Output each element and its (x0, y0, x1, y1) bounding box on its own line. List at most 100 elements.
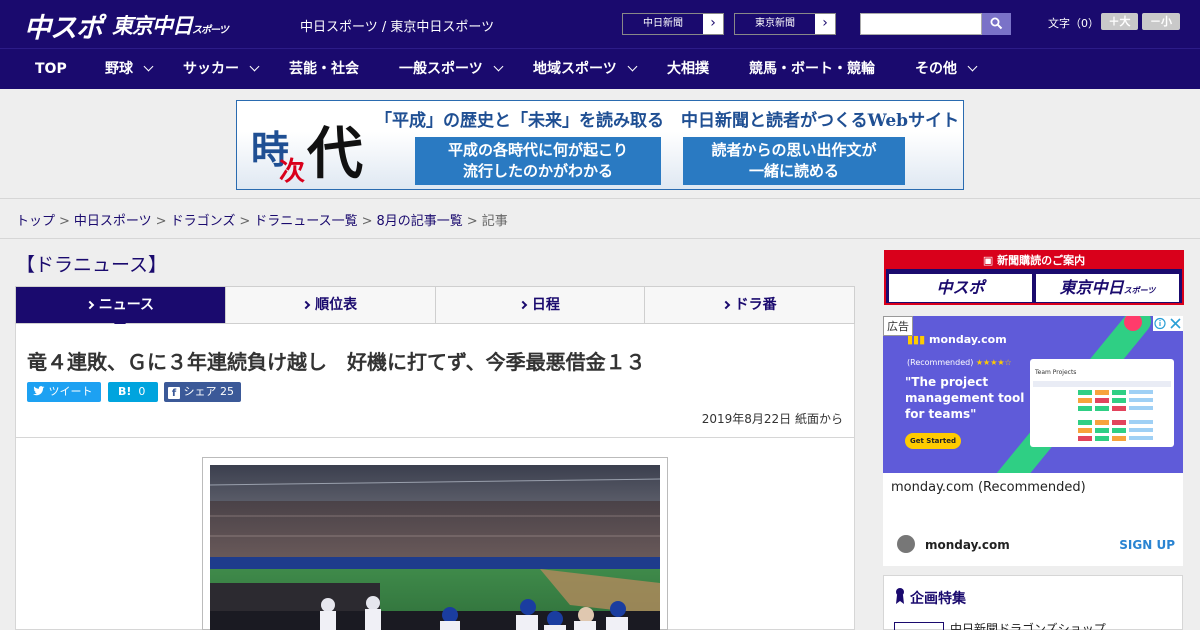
subscription-logo-tokyo-chunichi: 東京中日スポーツ (1036, 274, 1179, 302)
subscription-banner[interactable]: ▣ 新聞購読のご案内 中スポ 東京中日スポーツ (884, 250, 1184, 305)
article-headline: 竜４連敗、Ｇに３年連続負け越し 好機に打てず、今季最悪借金１３ (27, 350, 646, 374)
nav-item-general-sports[interactable]: 一般スポーツ (399, 49, 504, 89)
breadcrumb-link-dragons[interactable]: ドラゴンズ (171, 214, 236, 229)
tokyo-shimbun-label: 東京新聞 (735, 14, 815, 34)
jidai-banner[interactable]: 時 次 代 「平成」の歴史と「未来」を読み取る 中日新聞と読者がつくるWebサイ… (236, 100, 964, 190)
nav-item-other[interactable]: その他 (915, 49, 978, 89)
ad-sign-up-button[interactable]: SIGN UP (1119, 538, 1175, 552)
tweet-button[interactable]: ツイート (27, 382, 101, 402)
feature-box: 企画特集 中日新聞ドラゴンズショップ (883, 575, 1183, 630)
monday-logo-icon: ▮▮▮ (907, 333, 926, 346)
feature-thumbnail[interactable] (894, 622, 944, 630)
breadcrumb-link-august[interactable]: 8月の記事一覧 (377, 214, 463, 229)
breadcrumb-separator: > (361, 214, 373, 229)
tab-standings[interactable]: 順位表 (224, 287, 435, 323)
banner-box-right-line2: 一緒に読める (748, 162, 839, 180)
tokyo-chunichi-sports-logo[interactable]: 東京中日スポーツ (112, 10, 229, 40)
chunichi-sports-logo[interactable]: 中スポ (24, 6, 103, 45)
facebook-share-label: シェア (183, 385, 217, 398)
chevron-right-icon (721, 300, 730, 310)
monday-ad[interactable]: 広告 ▮▮▮ monday.com (Recommended) ★★★★☆ "T… (883, 316, 1183, 566)
category-tabs: ニュース 順位表 日程 ドラ番 (15, 286, 855, 331)
article-photo[interactable] (210, 465, 660, 630)
ad-brand-name: monday.com (929, 333, 1007, 346)
newspaper-icon: ▣ (982, 254, 994, 267)
breadcrumb-separator: > (239, 214, 251, 229)
breadcrumb-separator: > (466, 214, 478, 229)
ad-recommended: (Recommended) ★★★★☆ (907, 358, 1012, 367)
breadcrumb-link-top[interactable]: トップ (16, 214, 55, 229)
nav-item-entertainment[interactable]: 芸能・社会 (289, 49, 359, 89)
tab-schedule[interactable]: 日程 (434, 287, 645, 323)
nav-label: 一般スポーツ (399, 61, 483, 77)
feature-item-link[interactable]: 中日新聞ドラゴンズショップ (950, 620, 1106, 630)
ad-image[interactable]: 広告 ▮▮▮ monday.com (Recommended) ★★★★☆ "T… (883, 316, 1183, 473)
ad-recommended-text: (Recommended) (907, 358, 974, 367)
ad-image-cta: Get Started (910, 437, 956, 445)
search-input[interactable] (860, 13, 982, 35)
subscription-banner-title-text: 新聞購読のご案内 (997, 254, 1086, 267)
tokyo-shimbun-link[interactable]: 東京新聞 › (734, 13, 836, 35)
breadcrumb-link-chunichi-sports[interactable]: 中日スポーツ (74, 214, 152, 229)
tokyo-logo-suffix: スポーツ (192, 25, 229, 36)
chevron-right-icon: › (710, 15, 716, 31)
nav-item-local-sports[interactable]: 地域スポーツ (533, 49, 638, 89)
chevron-right-icon (518, 300, 528, 310)
banner-headline: 「平成」の歴史と「未来」を読み取る 中日新聞と読者がつくるWebサイト (375, 111, 960, 131)
chunichi-shimbun-link[interactable]: 中日新聞 › (622, 13, 724, 35)
nav-label: 大相撲 (667, 61, 709, 77)
article: 竜４連敗、Ｇに３年連続負け越し 好機に打てず、今季最悪借金１３ ツイート B! … (15, 324, 855, 630)
ad-brand-logo: ▮▮▮ monday.com (907, 333, 1007, 346)
breadcrumb-link-dra-news[interactable]: ドラニュース一覧 (254, 214, 357, 229)
breadcrumb-current: 記事 (481, 214, 508, 229)
chevron-down-icon (249, 61, 260, 72)
ad-mock-title: Team Projects (1035, 369, 1077, 376)
tab-label: ニュース (98, 297, 155, 313)
ad-domain: monday.com (925, 538, 1010, 552)
hatena-icon: B! (118, 385, 132, 398)
ad-tagline: "The project management tool for teams" (905, 375, 1025, 421)
jidai-char-2: 次 (279, 157, 306, 187)
hatena-bookmark-button[interactable]: B! 0 (108, 382, 158, 402)
chevron-down-icon (493, 61, 504, 72)
ad-choices-icon[interactable] (1153, 316, 1183, 331)
divider (0, 238, 1200, 239)
nav-item-sumo[interactable]: 大相撲 (667, 49, 709, 89)
banner-box-left-line2: 流行したのかがわかる (462, 162, 613, 180)
font-smaller-button[interactable]: －小 (1142, 13, 1180, 30)
nav-item-racing[interactable]: 競馬・ボート・競輪 (749, 49, 875, 89)
chevron-right-icon (301, 300, 311, 310)
jidai-char-3: 代 (307, 121, 363, 187)
nav-label: 芸能・社会 (289, 61, 359, 77)
banner-box-left-line1: 平成の各時代に何が起こり (447, 141, 628, 159)
hatena-count: 0 (138, 385, 146, 398)
tab-label: 順位表 (315, 297, 358, 313)
chevron-down-icon (967, 61, 978, 72)
subscription-banner-title: ▣ 新聞購読のご案内 (886, 252, 1182, 269)
nav-label: サッカー (183, 61, 239, 77)
chevron-down-icon (143, 61, 154, 72)
banner-area: 時 次 代 「平成」の歴史と「未来」を読み取る 中日新聞と読者がつくるWebサイ… (0, 89, 1200, 199)
site-names: 中日スポーツ / 東京中日スポーツ (300, 20, 495, 35)
nav-label: 野球 (105, 61, 133, 77)
search-button[interactable] (982, 13, 1011, 35)
tab-dora-ban[interactable]: ドラ番 (644, 287, 854, 323)
nav-label: 地域スポーツ (533, 61, 617, 77)
facebook-share-button[interactable]: f シェア 25 (164, 382, 241, 402)
font-size-label: 文字（0） (1048, 17, 1099, 30)
section-title: 【ドラニュース】 (16, 254, 168, 276)
breadcrumb-separator: > (59, 214, 70, 229)
ad-sponsor: monday.com (Recommended) (891, 480, 1086, 495)
tokyo-logo-text: 東京中日 (112, 14, 193, 38)
nav-item-soccer[interactable]: サッカー (183, 49, 260, 89)
chunichi-shimbun-label: 中日新聞 (623, 14, 703, 34)
font-bigger-button[interactable]: ＋大 (1101, 13, 1138, 30)
feature-title: 企画特集 (910, 591, 966, 607)
star-rating-icon: ★★★★☆ (975, 358, 1012, 367)
banner-box-right-line1: 読者からの思い出作文が (711, 141, 877, 159)
tab-news[interactable]: ニュース (16, 287, 225, 331)
banner-box-left: 平成の各時代に何が起こり 流行したのかがわかる (415, 137, 661, 185)
nav-item-top[interactable]: TOP (35, 49, 67, 89)
nav-item-baseball[interactable]: 野球 (105, 49, 154, 89)
twitter-bird-icon (33, 386, 45, 396)
